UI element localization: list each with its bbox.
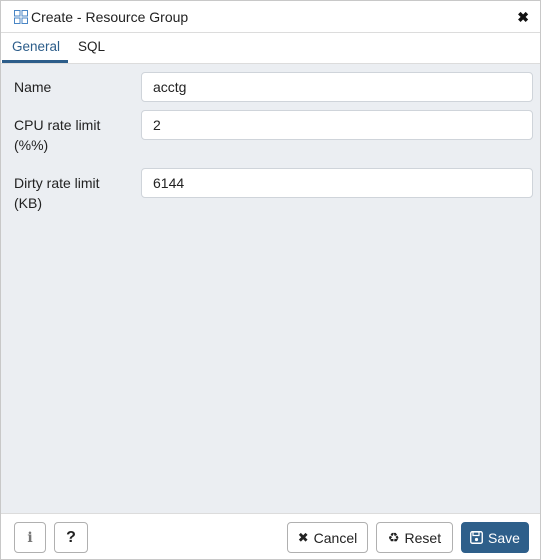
dirty-rate-limit-field[interactable] <box>141 168 533 198</box>
dialog-titlebar: Create - Resource Group ✖ <box>1 1 540 33</box>
dirty-rate-limit-label-line1: Dirty rate limit <box>14 175 100 191</box>
cancel-label: Cancel <box>313 529 358 546</box>
save-label: Save <box>488 529 520 546</box>
cpu-rate-limit-label-line1: CPU rate limit <box>14 117 101 133</box>
dialog-footer: i ? ✖ Cancel ♻ Reset Save <box>1 513 540 559</box>
info-button[interactable]: i <box>14 522 46 553</box>
cpu-rate-limit-label: CPU rate limit (%%) <box>14 115 134 155</box>
dialog-title: Create - Resource Group <box>31 9 189 25</box>
reset-label: Reset <box>404 529 442 546</box>
recycle-icon: ♻ <box>387 529 400 545</box>
dirty-rate-limit-label-line2: (KB) <box>14 195 42 211</box>
cpu-rate-limit-field[interactable] <box>141 110 533 140</box>
close-icon: ✖ <box>297 529 309 545</box>
help-icon: ? <box>66 528 76 546</box>
reset-button[interactable]: ♻ Reset <box>376 522 453 553</box>
general-panel: Name CPU rate limit (%%) Dirty rate limi… <box>1 64 540 513</box>
create-resource-group-dialog: Create - Resource Group ✖ General SQL Na… <box>0 0 541 560</box>
cancel-button[interactable]: ✖ Cancel <box>287 522 368 553</box>
info-icon: i <box>27 529 33 546</box>
tab-sql[interactable]: SQL <box>68 33 115 63</box>
help-button[interactable]: ? <box>54 522 88 553</box>
save-button[interactable]: Save <box>461 522 529 553</box>
floppy-disk-icon <box>470 531 483 544</box>
dirty-rate-limit-label: Dirty rate limit (KB) <box>14 173 134 213</box>
close-icon[interactable]: ✖ <box>517 9 529 25</box>
name-field[interactable] <box>141 72 533 102</box>
tab-bar: General SQL <box>1 33 540 64</box>
resource-group-icon <box>14 10 28 24</box>
tab-general[interactable]: General <box>2 33 68 63</box>
name-label: Name <box>14 79 52 95</box>
cpu-rate-limit-label-line2: (%%) <box>14 137 49 153</box>
